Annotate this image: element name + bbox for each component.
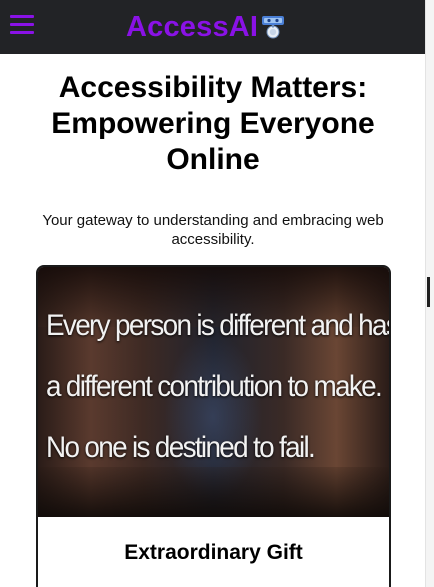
robot-icon (262, 16, 285, 39)
menu-bar (10, 31, 34, 34)
brand-name: AccessAI (126, 10, 259, 43)
hamburger-menu-icon[interactable] (9, 12, 35, 38)
quote-line: a different contribution to make. (46, 370, 383, 403)
quote-line: No one is destined to fail. (46, 431, 316, 464)
image-quote: Every person is different and has a diff… (46, 295, 391, 478)
card-title: Extraordinary Gift (124, 541, 303, 564)
page-subtitle: Your gateway to understanding and embrac… (42, 212, 384, 248)
page-title: Accessibility Matters: Empowering Everyo… (51, 71, 375, 176)
brand-logo[interactable]: AccessAI (126, 7, 285, 47)
feature-card[interactable]: Every person is different and has a diff… (36, 265, 391, 587)
top-navbar: AccessAI (0, 0, 426, 54)
scrollbar[interactable] (425, 0, 434, 587)
quote-line: Every person is different and has (46, 309, 391, 342)
quote-image: Every person is different and has a diff… (38, 267, 389, 517)
menu-bar (10, 23, 34, 26)
scrollbar-thumb[interactable] (427, 277, 430, 307)
menu-bar (10, 15, 34, 18)
page: AccessAI Accessibility Matters: Empoweri… (0, 0, 434, 587)
